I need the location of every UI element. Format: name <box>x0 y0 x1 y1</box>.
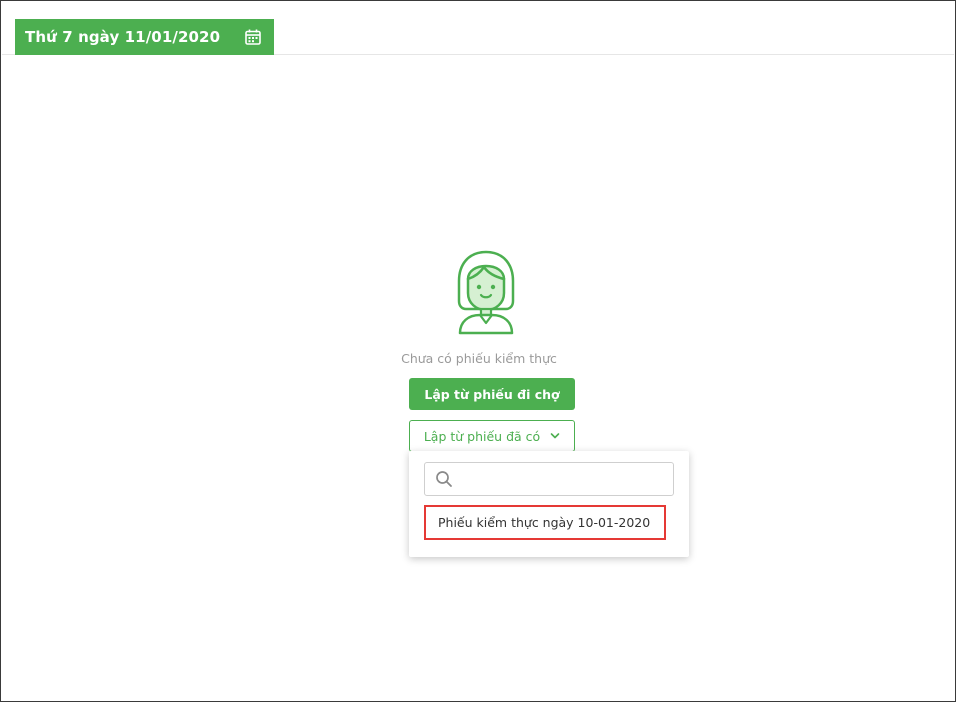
dropdown-option-existing-form[interactable]: Phiếu kiểm thực ngày 10-01-2020 <box>424 505 666 540</box>
create-from-existing-label: Lập từ phiếu đã có <box>423 428 541 444</box>
create-from-existing-button[interactable]: Lập từ phiếu đã có <box>409 420 575 452</box>
date-picker-bar[interactable]: Thứ 7 ngày 11/01/2020 <box>15 19 274 55</box>
app-window: Thứ 7 ngày 11/01/2020 Chưa có phiếu kiểm… <box>0 0 956 702</box>
calendar-icon[interactable] <box>244 28 262 46</box>
dropdown-search-box[interactable] <box>424 462 674 496</box>
date-label: Thứ 7 ngày 11/01/2020 <box>25 28 221 46</box>
empty-state <box>1 249 956 335</box>
girl-avatar-illustration <box>457 250 515 335</box>
dropdown-search-input[interactable] <box>459 464 667 494</box>
search-icon <box>436 471 452 487</box>
empty-message: Chưa có phiếu kiểm thực <box>401 351 557 366</box>
create-from-market-button[interactable]: Lập từ phiếu đi chợ <box>409 378 575 410</box>
existing-forms-dropdown: Phiếu kiểm thực ngày 10-01-2020 <box>409 451 689 557</box>
chevron-down-icon <box>550 433 560 439</box>
